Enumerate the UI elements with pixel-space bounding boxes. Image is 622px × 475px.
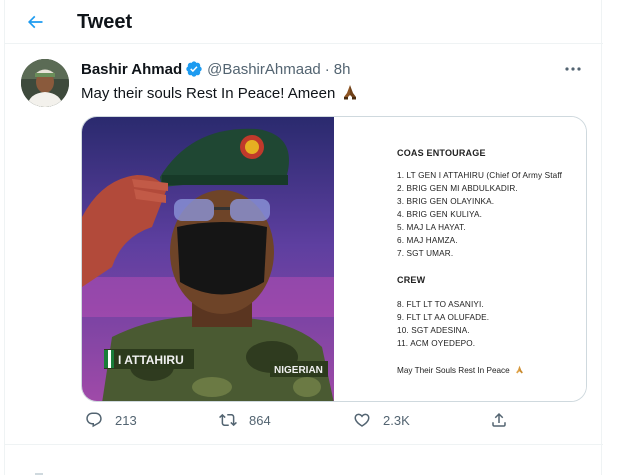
folded-hands-icon bbox=[344, 85, 357, 100]
more-options-button[interactable] bbox=[559, 57, 587, 81]
doc-crew-line: 11. ACM OYEDEPO. bbox=[397, 339, 476, 348]
folded-hands-icon bbox=[516, 365, 523, 374]
doc-entourage-line: 7. SGT UMAR. bbox=[397, 249, 454, 258]
avatar-image bbox=[21, 59, 69, 107]
author-name[interactable]: Bashir Ahmad bbox=[81, 61, 182, 78]
media-photo: I ATTAHIRU NIGERIAN bbox=[82, 117, 334, 401]
tweet-text-content: May their souls Rest In Peace! Ameen bbox=[81, 85, 336, 102]
doc-entourage-line: 3. BRIG GEN OLAYINKA. bbox=[397, 197, 495, 206]
doc-entourage-line: 2. BRIG GEN MI ABDULKADIR. bbox=[397, 184, 518, 193]
tweet-text: May their souls Rest In Peace! Ameen bbox=[81, 84, 359, 102]
heart-icon bbox=[354, 413, 370, 427]
doc-entourage-line: 5. MAJ LA HAYAT. bbox=[397, 223, 466, 232]
author-handle[interactable]: @BashirAhmaad bbox=[207, 61, 321, 78]
doc-heading-crew: CREW bbox=[397, 275, 426, 285]
like-count: 2.3K bbox=[383, 412, 410, 428]
retweet-icon bbox=[219, 413, 237, 427]
next-tweet-edge bbox=[5, 446, 603, 475]
tweet-meta: Bashir Ahmad @BashirAhmaad · 8h bbox=[81, 60, 350, 78]
tweet-page: Tweet Bashir Ahmad @BashirAhmaad · 8h Ma… bbox=[4, 0, 603, 475]
doc-crew-line: 10. SGT ADESINA. bbox=[397, 326, 470, 335]
reply-icon bbox=[86, 412, 102, 428]
doc-footer: May Their Souls Rest In Peace bbox=[397, 365, 525, 375]
meta-separator: · bbox=[324, 60, 330, 78]
reply-count: 213 bbox=[115, 412, 137, 428]
more-dots-icon bbox=[565, 67, 581, 71]
tweet: Bashir Ahmad @BashirAhmaad · 8h May thei… bbox=[5, 45, 603, 445]
share-button[interactable] bbox=[490, 411, 508, 429]
doc-footer-text: May Their Souls Rest In Peace bbox=[397, 366, 510, 375]
avatar[interactable] bbox=[21, 59, 69, 107]
doc-entourage-line: 4. BRIG GEN KULIYA. bbox=[397, 210, 483, 219]
back-arrow-icon bbox=[27, 15, 43, 29]
reply-button[interactable]: 213 bbox=[85, 411, 137, 429]
like-button[interactable]: 2.3K bbox=[353, 411, 410, 429]
page-title: Tweet bbox=[77, 11, 133, 33]
doc-heading-entourage: COAS ENTOURAGE bbox=[397, 148, 486, 158]
photo-name-tag: I ATTAHIRU bbox=[118, 353, 184, 367]
doc-entourage-line: 1. LT GEN I ATTAHIRU (Chief Of Army Staf… bbox=[397, 171, 563, 180]
back-button[interactable] bbox=[19, 6, 51, 38]
retweet-count: 864 bbox=[249, 412, 271, 428]
media-document: COAS ENTOURAGE 1. LT GEN I ATTAHIRU (Chi… bbox=[334, 117, 586, 401]
tweet-time[interactable]: 8h bbox=[334, 61, 351, 78]
share-icon bbox=[492, 412, 506, 427]
tweet-actions: 213 864 2.3K bbox=[81, 411, 587, 435]
tweet-media[interactable]: I ATTAHIRU NIGERIAN COAS ENTOURAGE 1. LT… bbox=[81, 116, 587, 402]
doc-crew-line: 9. FLT LT AA OLUFADE. bbox=[397, 313, 490, 322]
retweet-button[interactable]: 864 bbox=[219, 411, 271, 429]
doc-crew-line: 8. FLT LT TO ASANIYI. bbox=[397, 300, 484, 309]
photo-flag-tag: NIGERIAN bbox=[274, 365, 323, 376]
doc-entourage-line: 6. MAJ HAMZA. bbox=[397, 236, 458, 245]
verified-badge-icon bbox=[186, 61, 202, 77]
page-header: Tweet bbox=[5, 0, 603, 44]
